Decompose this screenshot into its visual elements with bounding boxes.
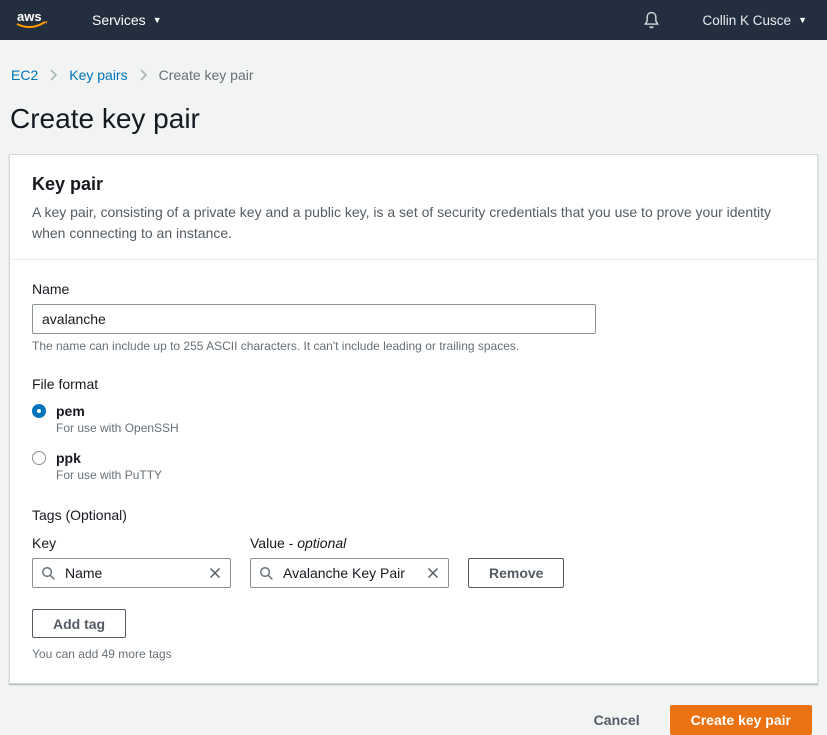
tag-column-labels: Key Value - optional xyxy=(32,535,795,551)
svg-text:aws: aws xyxy=(17,9,42,24)
radio-selected-icon[interactable] xyxy=(32,404,46,418)
services-menu[interactable]: Services ▼ xyxy=(92,12,162,28)
radio-ppk-description: For use with PuTTY xyxy=(56,468,795,482)
breadcrumb: EC2 Key pairs Create key pair xyxy=(0,40,827,83)
clear-value-button[interactable] xyxy=(426,566,440,580)
radio-pem-description: For use with OpenSSH xyxy=(56,421,795,435)
remove-tag-button[interactable]: Remove xyxy=(468,558,564,588)
radio-unselected-icon[interactable] xyxy=(32,451,46,465)
radio-option-pem[interactable]: pem xyxy=(32,403,795,419)
aws-logo[interactable]: aws xyxy=(14,8,50,32)
aws-logo-icon: aws xyxy=(14,8,50,32)
add-tag-button[interactable]: Add tag xyxy=(32,609,126,638)
chevron-down-icon: ▼ xyxy=(153,16,162,25)
card-header: Key pair A key pair, consisting of a pri… xyxy=(10,155,817,260)
services-menu-label: Services xyxy=(92,12,146,28)
cancel-button[interactable]: Cancel xyxy=(594,712,640,728)
search-icon xyxy=(41,566,56,581)
tag-value-optional-label: optional xyxy=(297,535,346,551)
key-pair-card: Key pair A key pair, consisting of a pri… xyxy=(9,154,818,684)
tag-value-field xyxy=(250,558,449,588)
tag-value-input[interactable] xyxy=(281,564,419,582)
name-label: Name xyxy=(32,281,795,297)
tags-title: Tags (Optional) xyxy=(32,507,795,523)
chevron-right-icon xyxy=(139,69,148,81)
tags-remaining-text: You can add 49 more tags xyxy=(32,647,795,661)
notifications-bell[interactable] xyxy=(642,10,661,31)
create-key-pair-button[interactable]: Create key pair xyxy=(670,705,812,735)
radio-ppk-label: ppk xyxy=(56,450,81,466)
chevron-right-icon xyxy=(49,69,58,81)
tags-section: Tags (Optional) Key Value - optional xyxy=(32,507,795,661)
breadcrumb-current: Create key pair xyxy=(159,67,254,83)
card-title: Key pair xyxy=(32,174,795,195)
breadcrumb-link-ec2[interactable]: EC2 xyxy=(11,67,38,83)
tag-row: Remove xyxy=(32,558,795,588)
radio-option-ppk[interactable]: ppk xyxy=(32,450,795,466)
file-format-group: File format pem For use with OpenSSH ppk… xyxy=(32,376,795,482)
breadcrumb-link-key-pairs[interactable]: Key pairs xyxy=(69,67,127,83)
radio-pem-label: pem xyxy=(56,403,85,419)
tag-key-label: Key xyxy=(32,535,250,551)
user-menu[interactable]: Collin K Cusce ▼ xyxy=(703,13,807,28)
search-icon xyxy=(259,566,274,581)
clear-key-button[interactable] xyxy=(208,566,222,580)
top-navbar: aws Services ▼ Collin K Cusce ▼ xyxy=(0,0,827,40)
chevron-down-icon: ▼ xyxy=(798,16,807,25)
file-format-label: File format xyxy=(32,376,795,392)
tag-value-label: Value - optional xyxy=(250,535,346,551)
page-title: Create key pair xyxy=(10,104,817,134)
name-helper-text: The name can include up to 255 ASCII cha… xyxy=(32,339,795,353)
user-name: Collin K Cusce xyxy=(703,13,792,28)
name-input[interactable] xyxy=(32,304,596,334)
bell-icon xyxy=(642,10,661,31)
card-body: Name The name can include up to 255 ASCI… xyxy=(10,260,817,683)
footer-actions: Cancel Create key pair xyxy=(0,684,827,735)
tag-key-input[interactable] xyxy=(63,564,201,582)
close-icon xyxy=(426,566,440,580)
card-description: A key pair, consisting of a private key … xyxy=(32,202,795,244)
close-icon xyxy=(208,566,222,580)
tag-key-field xyxy=(32,558,231,588)
